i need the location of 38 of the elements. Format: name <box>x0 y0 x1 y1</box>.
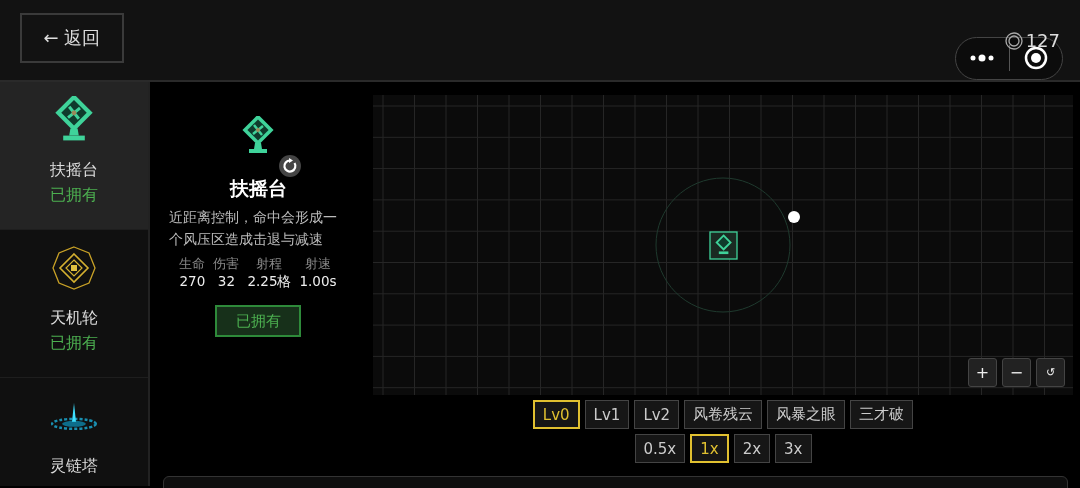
zoom-button[interactable]: ↺ <box>1036 358 1065 387</box>
zoom-button[interactable]: − <box>1002 358 1031 387</box>
enemy-dot <box>788 211 800 223</box>
tower-name: 天机轮 <box>50 308 98 329</box>
owned-button[interactable]: 已拥有 <box>215 305 301 337</box>
speed-button[interactable]: 3x <box>775 434 812 463</box>
speed-button[interactable]: 2x <box>733 434 771 463</box>
speed-button[interactable]: 0.5x <box>634 434 686 463</box>
level-button[interactable]: 风卷残云 <box>684 400 763 429</box>
coin-icon <box>1004 31 1023 50</box>
stat-value: 1.00s <box>299 273 337 289</box>
zoom-button[interactable]: + <box>968 358 997 387</box>
stat-value: 270 <box>179 273 206 289</box>
owned-status: 已拥有 <box>50 333 98 354</box>
level-button[interactable]: Lv1 <box>584 400 630 429</box>
more-icon[interactable] <box>970 54 995 62</box>
back-button[interactable]: ← 返回 <box>20 13 124 63</box>
level-button[interactable]: 三才破 <box>850 400 914 429</box>
tower-name: 扶摇台 <box>50 160 98 181</box>
stat-label: 射速 <box>305 256 332 273</box>
speed-button[interactable]: 1x <box>690 434 729 463</box>
sidebar-item[interactable]: 扶摇台 已拥有 <box>0 82 148 230</box>
level-button[interactable]: Lv0 <box>532 400 580 429</box>
stat-label: 射程 <box>256 256 283 273</box>
close-icon[interactable] <box>1023 46 1048 70</box>
stat-label: 伤害 <box>213 256 240 273</box>
stat-value: 32 <box>217 273 235 289</box>
owned-status: 已拥有 <box>50 185 98 206</box>
tower-title: 扶摇台 <box>229 176 287 201</box>
octagon-emblem-icon <box>50 244 98 292</box>
stat-label: 生命 <box>179 256 206 273</box>
coin-count: 127 <box>1025 30 1060 51</box>
level-button[interactable]: 风暴之眼 <box>767 400 846 429</box>
refresh-icon[interactable] <box>278 154 302 178</box>
level-button[interactable]: Lv2 <box>634 400 680 429</box>
tower-name: 灵链塔 <box>50 456 98 477</box>
tower-description: 近距离控制，命中会形成一个风压区造成击退与减速 <box>169 208 338 249</box>
stat-value: 2.25格 <box>247 273 292 291</box>
